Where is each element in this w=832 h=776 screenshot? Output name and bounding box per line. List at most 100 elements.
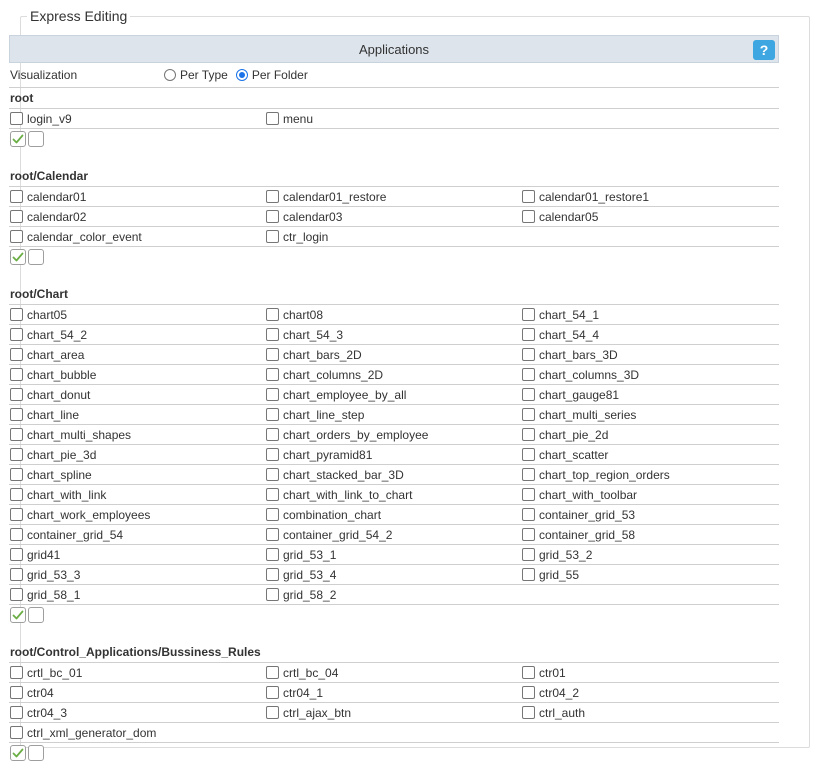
radio-per-folder[interactable]: Per Folder (235, 68, 308, 82)
application-item[interactable]: chart_multi_series (521, 405, 777, 424)
application-item[interactable]: ctr04_2 (521, 683, 777, 702)
application-item[interactable]: chart_area (9, 345, 265, 364)
application-checkbox[interactable] (10, 210, 23, 223)
application-item[interactable]: chart_columns_2D (265, 365, 521, 384)
application-item[interactable]: chart_multi_shapes (9, 425, 265, 444)
application-item[interactable]: calendar01_restore1 (521, 187, 777, 206)
application-checkbox[interactable] (10, 328, 23, 341)
application-checkbox[interactable] (266, 508, 279, 521)
application-item[interactable]: crtl_bc_04 (265, 663, 521, 682)
application-checkbox[interactable] (10, 588, 23, 601)
application-item[interactable]: chart_54_4 (521, 325, 777, 344)
help-button[interactable]: ? (753, 40, 775, 60)
application-item[interactable]: calendar01 (9, 187, 265, 206)
deselect-all-button[interactable] (28, 745, 44, 761)
application-item[interactable]: chart08 (265, 305, 521, 324)
application-item[interactable]: chart_work_employees (9, 505, 265, 524)
select-all-button[interactable] (10, 131, 26, 147)
application-item[interactable]: ctrl_ajax_btn (265, 703, 521, 722)
deselect-all-button[interactable] (28, 249, 44, 265)
application-checkbox[interactable] (10, 112, 23, 125)
application-checkbox[interactable] (266, 528, 279, 541)
application-checkbox[interactable] (10, 726, 23, 739)
application-item[interactable]: chart_54_2 (9, 325, 265, 344)
application-checkbox[interactable] (266, 488, 279, 501)
application-item[interactable]: grid_53_1 (265, 545, 521, 564)
application-checkbox[interactable] (10, 190, 23, 203)
application-item[interactable]: calendar05 (521, 207, 777, 226)
application-checkbox[interactable] (10, 368, 23, 381)
application-checkbox[interactable] (266, 368, 279, 381)
application-item[interactable]: grid_55 (521, 565, 777, 584)
application-item[interactable]: chart_top_region_orders (521, 465, 777, 484)
application-checkbox[interactable] (10, 508, 23, 521)
application-item[interactable]: chart_with_toolbar (521, 485, 777, 504)
application-checkbox[interactable] (266, 308, 279, 321)
application-item[interactable]: menu (265, 109, 521, 128)
application-checkbox[interactable] (10, 488, 23, 501)
application-item[interactable]: chart_stacked_bar_3D (265, 465, 521, 484)
application-item[interactable]: chart_employee_by_all (265, 385, 521, 404)
application-checkbox[interactable] (10, 308, 23, 321)
application-item[interactable]: container_grid_58 (521, 525, 777, 544)
application-item[interactable]: grid_58_2 (265, 585, 521, 604)
application-checkbox[interactable] (266, 568, 279, 581)
application-item[interactable]: login_v9 (9, 109, 265, 128)
application-item[interactable]: container_grid_54_2 (265, 525, 521, 544)
application-item[interactable]: calendar03 (265, 207, 521, 226)
application-checkbox[interactable] (10, 388, 23, 401)
application-checkbox[interactable] (266, 388, 279, 401)
application-item[interactable]: chart_pyramid81 (265, 445, 521, 464)
application-item[interactable]: combination_chart (265, 505, 521, 524)
application-checkbox[interactable] (10, 348, 23, 361)
application-item[interactable]: ctrl_xml_generator_dom (9, 723, 265, 742)
application-checkbox[interactable] (522, 448, 535, 461)
application-item[interactable]: calendar02 (9, 207, 265, 226)
application-item[interactable]: chart_bubble (9, 365, 265, 384)
application-checkbox[interactable] (266, 348, 279, 361)
application-checkbox[interactable] (266, 448, 279, 461)
application-checkbox[interactable] (266, 428, 279, 441)
application-checkbox[interactable] (10, 528, 23, 541)
application-item[interactable]: chart_scatter (521, 445, 777, 464)
application-item[interactable]: grid_53_2 (521, 545, 777, 564)
application-item[interactable]: chart_gauge81 (521, 385, 777, 404)
application-item[interactable]: chart_spline (9, 465, 265, 484)
select-all-button[interactable] (10, 745, 26, 761)
application-checkbox[interactable] (522, 388, 535, 401)
deselect-all-button[interactable] (28, 131, 44, 147)
application-item[interactable]: chart_columns_3D (521, 365, 777, 384)
application-checkbox[interactable] (266, 548, 279, 561)
application-item[interactable]: chart_pie_2d (521, 425, 777, 444)
application-checkbox[interactable] (522, 548, 535, 561)
application-item[interactable]: chart_with_link (9, 485, 265, 504)
application-checkbox[interactable] (522, 508, 535, 521)
application-item[interactable]: chart_line_step (265, 405, 521, 424)
application-item[interactable]: chart_donut (9, 385, 265, 404)
application-item[interactable]: chart_54_3 (265, 325, 521, 344)
application-item[interactable]: ctr04_1 (265, 683, 521, 702)
application-item[interactable]: ctr_login (265, 227, 521, 246)
radio-per-folder-circle[interactable] (235, 69, 248, 81)
application-checkbox[interactable] (522, 488, 535, 501)
application-item[interactable]: grid41 (9, 545, 265, 564)
application-item[interactable]: grid_58_1 (9, 585, 265, 604)
application-checkbox[interactable] (522, 348, 535, 361)
application-checkbox[interactable] (266, 588, 279, 601)
application-item[interactable]: chart_line (9, 405, 265, 424)
radio-per-type[interactable]: Per Type (164, 68, 228, 82)
application-checkbox[interactable] (522, 190, 535, 203)
application-checkbox[interactable] (10, 408, 23, 421)
application-checkbox[interactable] (10, 448, 23, 461)
application-checkbox[interactable] (266, 666, 279, 679)
application-item[interactable]: chart_with_link_to_chart (265, 485, 521, 504)
application-item[interactable]: container_grid_53 (521, 505, 777, 524)
application-item[interactable]: chart05 (9, 305, 265, 324)
application-item[interactable]: crtl_bc_01 (9, 663, 265, 682)
radio-per-type-circle[interactable] (164, 69, 176, 81)
application-checkbox[interactable] (10, 548, 23, 561)
application-checkbox[interactable] (10, 666, 23, 679)
application-checkbox[interactable] (522, 666, 535, 679)
application-checkbox[interactable] (266, 190, 279, 203)
application-checkbox[interactable] (10, 686, 23, 699)
